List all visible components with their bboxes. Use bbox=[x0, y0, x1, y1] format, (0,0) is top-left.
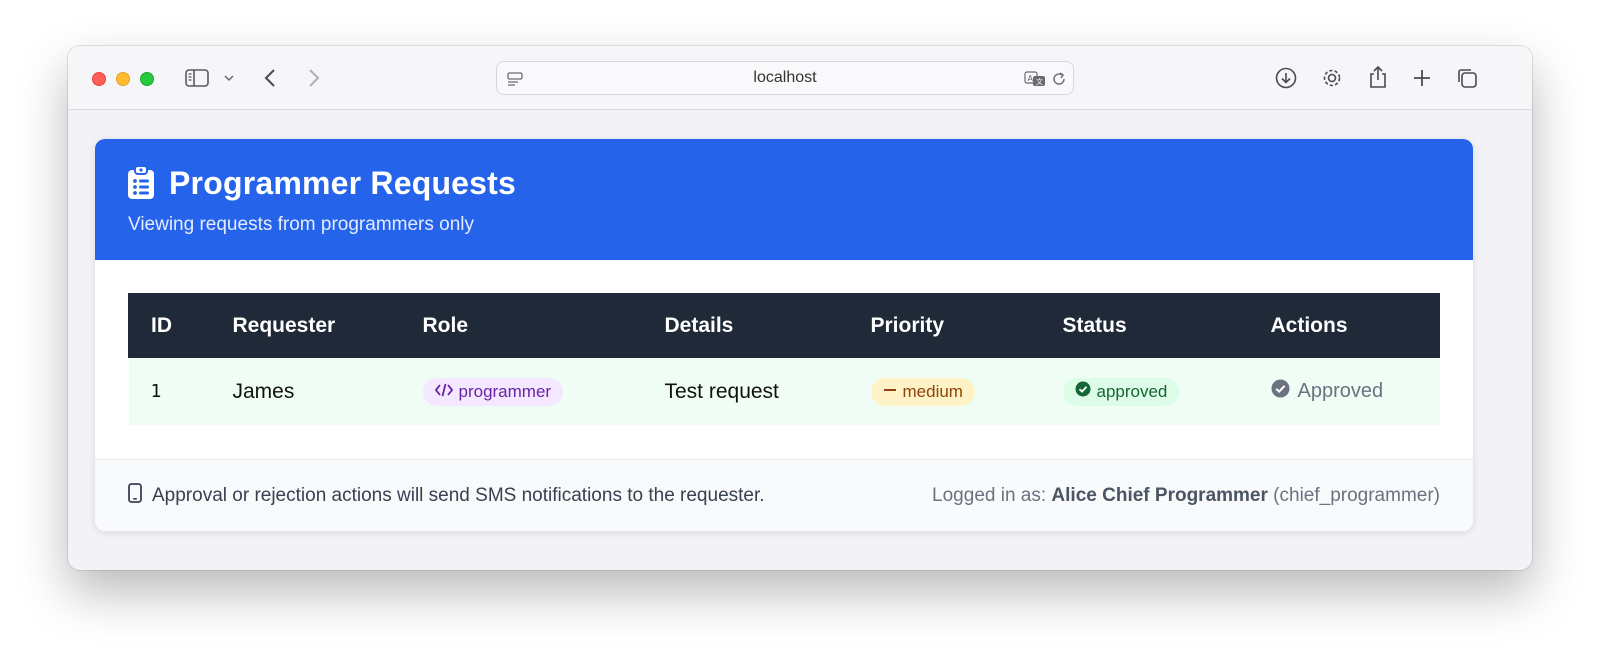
gear-icon[interactable] bbox=[1319, 65, 1345, 91]
cell-actions: Approved bbox=[1248, 358, 1440, 425]
column-header-details: Details bbox=[642, 293, 849, 358]
code-icon bbox=[434, 382, 453, 402]
approved-indicator: Approved bbox=[1271, 379, 1384, 404]
page-subtitle: Viewing requests from programmers only bbox=[128, 214, 475, 235]
status-badge-label: approved bbox=[1096, 381, 1168, 401]
logged-in-info: Logged in as: Alice Chief Programmer (ch… bbox=[932, 460, 1440, 531]
svg-text:A: A bbox=[1028, 74, 1034, 83]
clipboard-list-icon bbox=[127, 165, 155, 200]
back-arrow-icon[interactable] bbox=[260, 64, 280, 92]
card-header: Programmer Requests Viewing requests fro… bbox=[95, 139, 1473, 260]
translate-icon[interactable]: A文 bbox=[1023, 69, 1047, 89]
url-text: localhost bbox=[753, 69, 817, 86]
column-header-id: ID bbox=[128, 293, 211, 358]
mobile-phone-icon bbox=[128, 483, 142, 509]
cell-role: programmer bbox=[400, 358, 643, 425]
check-circle-icon bbox=[1075, 381, 1091, 402]
status-badge: approved bbox=[1062, 377, 1180, 406]
sms-notice: Approval or rejection actions will send … bbox=[128, 460, 765, 531]
share-icon[interactable] bbox=[1365, 63, 1391, 91]
column-header-status: Status bbox=[1040, 293, 1249, 358]
cell-priority: medium bbox=[848, 358, 1041, 425]
role-badge-label: programmer bbox=[458, 381, 552, 401]
address-bar[interactable]: localhost A文 bbox=[496, 61, 1074, 95]
cell-details: Test request bbox=[642, 358, 849, 425]
minimize-window-button[interactable] bbox=[116, 72, 130, 86]
browser-toolbar: localhost A文 bbox=[68, 46, 1532, 110]
minus-icon bbox=[883, 382, 897, 402]
cell-id: 1 bbox=[128, 358, 211, 425]
priority-badge-label: medium bbox=[902, 381, 963, 401]
requests-table: ID Requester Role Details Priority Statu… bbox=[128, 293, 1440, 425]
logged-in-user-name: Alice Chief Programmer bbox=[1051, 485, 1268, 506]
sidebar-toggle-icon[interactable] bbox=[184, 65, 210, 91]
card-footer: Approval or rejection actions will send … bbox=[95, 459, 1473, 531]
forward-arrow-icon[interactable] bbox=[304, 64, 324, 92]
maximize-window-button[interactable] bbox=[140, 72, 154, 86]
column-header-requester: Requester bbox=[210, 293, 401, 358]
browser-window: localhost A文 Programmer Requests Viewing… bbox=[68, 46, 1532, 570]
approved-label: Approved bbox=[1297, 380, 1384, 402]
chevron-down-icon[interactable] bbox=[222, 68, 236, 88]
table-row: 1 James programmer Test request medium a… bbox=[128, 358, 1440, 425]
table-header-row: ID Requester Role Details Priority Statu… bbox=[128, 293, 1440, 358]
check-circle-icon bbox=[1271, 379, 1290, 404]
close-window-button[interactable] bbox=[92, 72, 106, 86]
column-header-role: Role bbox=[400, 293, 643, 358]
logged-in-user-role: (chief_programmer) bbox=[1267, 485, 1440, 506]
cell-status: approved bbox=[1040, 358, 1249, 425]
column-header-priority: Priority bbox=[848, 293, 1041, 358]
requests-card: Programmer Requests Viewing requests fro… bbox=[95, 139, 1473, 531]
downloads-icon[interactable] bbox=[1273, 65, 1299, 91]
reload-icon[interactable] bbox=[1049, 69, 1069, 89]
role-badge: programmer bbox=[422, 377, 564, 406]
svg-text:文: 文 bbox=[1036, 77, 1043, 86]
sms-notice-text: Approval or rejection actions will send … bbox=[152, 485, 765, 506]
new-tab-icon[interactable] bbox=[1409, 65, 1435, 91]
tab-overview-icon[interactable] bbox=[1454, 65, 1480, 91]
logged-in-prefix: Logged in as: bbox=[932, 485, 1052, 506]
column-header-actions: Actions bbox=[1248, 293, 1440, 358]
cell-requester: James bbox=[210, 358, 401, 425]
priority-badge: medium bbox=[870, 377, 975, 406]
page-title: Programmer Requests bbox=[169, 165, 517, 201]
page-content: Programmer Requests Viewing requests fro… bbox=[68, 111, 1532, 570]
